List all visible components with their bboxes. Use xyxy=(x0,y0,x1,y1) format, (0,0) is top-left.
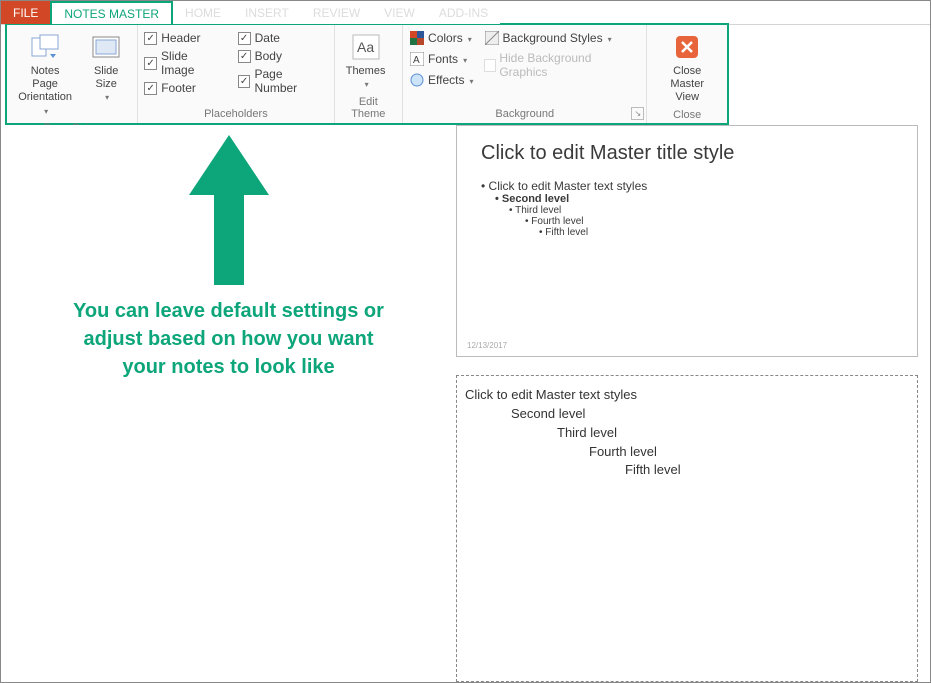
effects-icon xyxy=(409,72,425,88)
group-label-edit-theme: Edit Theme xyxy=(341,94,396,123)
close-master-view-label: Close Master View xyxy=(657,65,717,105)
svg-text:A: A xyxy=(413,55,420,66)
tab-insert[interactable]: INSERT xyxy=(233,1,301,24)
ribbon: Notes Page Orientation Slide Size Page S… xyxy=(7,25,727,123)
check-icon xyxy=(238,50,251,63)
dropdown-icon xyxy=(103,91,109,104)
annotation-pane: You can leave default settings or adjust… xyxy=(1,125,456,682)
slide-master-thumbnail[interactable]: Click to edit Master title style • Click… xyxy=(456,125,918,357)
themes-button[interactable]: Aa Themes xyxy=(341,29,391,93)
checkbox-header[interactable]: Header xyxy=(144,31,223,45)
bullet-level-3: Third level xyxy=(515,205,561,216)
slide-size-button[interactable]: Slide Size xyxy=(81,29,131,107)
checkbox-footer-label: Footer xyxy=(161,81,196,95)
tab-review[interactable]: REVIEW xyxy=(301,1,372,24)
dropdown-icon xyxy=(42,105,48,118)
bullet-level-1: Click to edit Master text styles xyxy=(489,179,648,193)
tab-home[interactable]: HOME xyxy=(173,1,233,24)
themes-label: Themes xyxy=(346,65,386,78)
colors-icon xyxy=(409,30,425,46)
orientation-icon xyxy=(29,31,61,63)
fonts-label: Fonts xyxy=(428,52,458,66)
group-edit-theme: Aa Themes Edit Theme xyxy=(335,25,403,123)
colors-button[interactable]: Colors xyxy=(409,29,473,47)
group-close: Close Master View Close xyxy=(647,25,727,123)
check-icon xyxy=(144,32,157,45)
check-icon xyxy=(238,32,251,45)
annotation-arrow-icon xyxy=(189,135,269,285)
slide-size-icon xyxy=(90,31,122,63)
hide-background-graphics-checkbox: Hide Background Graphics xyxy=(484,50,641,80)
notes-master-preview: Click to edit Master title style • Click… xyxy=(456,125,930,682)
effects-label: Effects xyxy=(428,73,464,87)
slide-size-label: Slide Size xyxy=(94,65,118,91)
bullet-level-2: Second level xyxy=(502,193,569,205)
colors-label: Colors xyxy=(428,31,463,45)
svg-text:Aa: Aa xyxy=(357,39,374,55)
checkbox-slide-image-label: Slide Image xyxy=(161,49,224,77)
check-icon xyxy=(238,75,251,88)
checkbox-date-label: Date xyxy=(255,31,280,45)
checkbox-date[interactable]: Date xyxy=(238,31,328,45)
annotation-text: You can leave default settings or adjust… xyxy=(1,297,456,381)
notes-level-4: Fourth level xyxy=(465,443,909,462)
notes-level-5: Fifth level xyxy=(465,461,909,480)
checkbox-footer[interactable]: Footer xyxy=(144,81,223,95)
fonts-button[interactable]: A Fonts xyxy=(409,50,473,68)
check-icon xyxy=(144,82,157,95)
group-label-placeholders: Placeholders xyxy=(144,106,327,123)
tab-view[interactable]: VIEW xyxy=(372,1,427,24)
group-label-background: Background xyxy=(409,106,640,123)
effects-button[interactable]: Effects xyxy=(409,71,473,89)
dialog-launcher-icon[interactable]: ↘ xyxy=(631,107,644,120)
themes-icon: Aa xyxy=(350,31,382,63)
tab-addins[interactable]: ADD-INS xyxy=(427,1,500,24)
hide-background-graphics-label: Hide Background Graphics xyxy=(499,51,640,79)
master-body-placeholder[interactable]: • Click to edit Master text styles • Sec… xyxy=(481,179,893,238)
notes-level-2: Second level xyxy=(465,405,909,424)
bullet-level-4: Fourth level xyxy=(531,216,583,227)
background-styles-button[interactable]: Background Styles xyxy=(484,29,641,47)
group-page-setup: Notes Page Orientation Slide Size Page S… xyxy=(7,25,138,123)
checkbox-body-label: Body xyxy=(255,49,282,63)
checkbox-page-number[interactable]: Page Number xyxy=(238,67,328,95)
dropdown-icon xyxy=(363,78,369,91)
close-master-view-button[interactable]: Close Master View xyxy=(653,29,721,107)
group-placeholders: Header Slide Image Footer Date Body Page… xyxy=(138,25,334,123)
checkbox-header-label: Header xyxy=(161,31,200,45)
close-icon xyxy=(671,31,703,63)
checkbox-page-number-label: Page Number xyxy=(254,67,327,95)
tab-row: FILE NOTES MASTER HOME INSERT REVIEW VIE… xyxy=(1,1,930,25)
background-styles-label: Background Styles xyxy=(503,31,603,45)
master-title-placeholder[interactable]: Click to edit Master title style xyxy=(481,142,893,165)
check-icon xyxy=(484,59,497,72)
notes-page-orientation-label: Notes Page Orientation xyxy=(17,65,73,105)
tab-notes-master[interactable]: NOTES MASTER xyxy=(50,1,173,24)
check-icon xyxy=(144,57,157,70)
background-styles-icon xyxy=(484,30,500,46)
date-placeholder[interactable]: 12/13/2017 xyxy=(467,341,507,350)
notes-page-orientation-button[interactable]: Notes Page Orientation xyxy=(13,29,77,120)
notes-text-placeholder[interactable]: Click to edit Master text styles Second … xyxy=(456,375,918,682)
fonts-icon: A xyxy=(409,51,425,67)
bullet-level-5: Fifth level xyxy=(545,227,588,238)
tab-file[interactable]: FILE xyxy=(1,1,50,24)
group-label-close: Close xyxy=(653,107,721,124)
checkbox-slide-image[interactable]: Slide Image xyxy=(144,49,223,77)
notes-level-3: Third level xyxy=(465,424,909,443)
checkbox-body[interactable]: Body xyxy=(238,49,328,63)
workspace: You can leave default settings or adjust… xyxy=(1,125,930,682)
notes-level-1: Click to edit Master text styles xyxy=(465,386,909,405)
ribbon-highlight-box: Notes Page Orientation Slide Size Page S… xyxy=(5,23,729,125)
group-background: Colors A Fonts Effects Background Styles xyxy=(403,25,647,123)
